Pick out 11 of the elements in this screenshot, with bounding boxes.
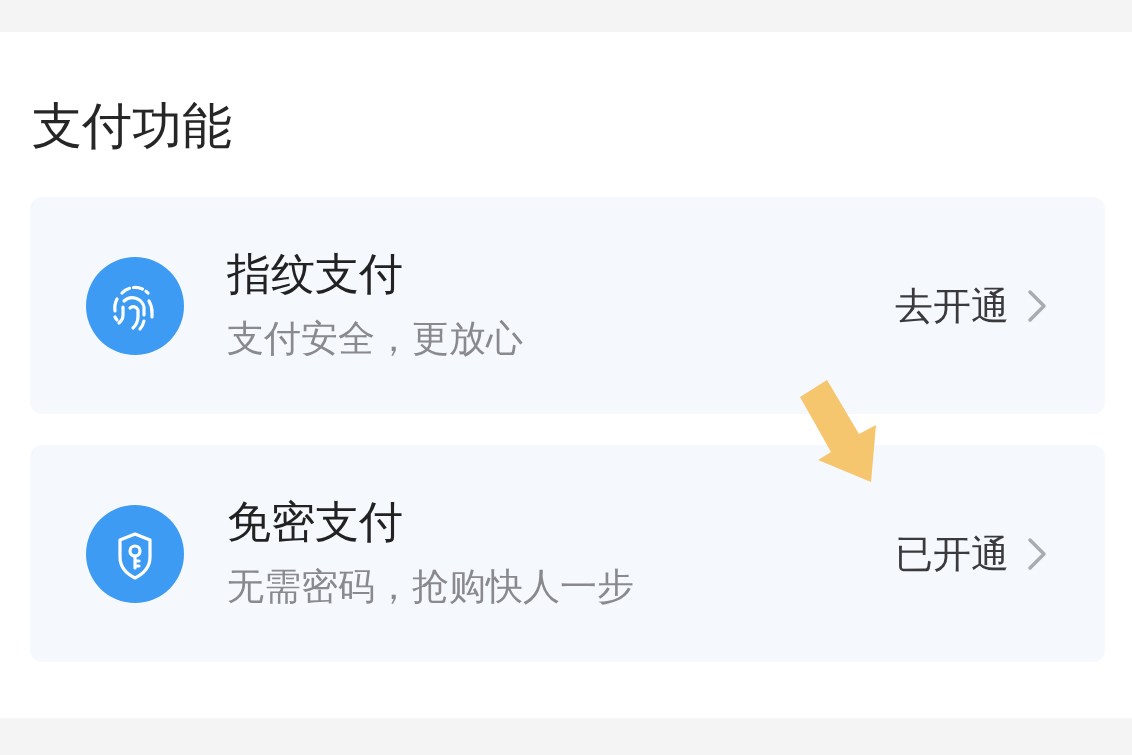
fingerprint-icon <box>86 256 184 355</box>
option-title: 指纹支付 <box>227 248 403 300</box>
section-title: 支付功能 <box>32 96 232 156</box>
shield-key-icon <box>86 504 184 603</box>
status-link[interactable]: 去开通 <box>895 281 1047 330</box>
chevron-right-icon <box>1027 288 1047 323</box>
option-subtitle: 支付安全，更放心 <box>227 316 523 362</box>
option-subtitle: 无需密码，抢购快人一步 <box>227 564 634 610</box>
status-link[interactable]: 已开通 <box>895 529 1047 578</box>
chevron-right-icon <box>1027 536 1047 571</box>
option-title: 免密支付 <box>227 496 403 548</box>
